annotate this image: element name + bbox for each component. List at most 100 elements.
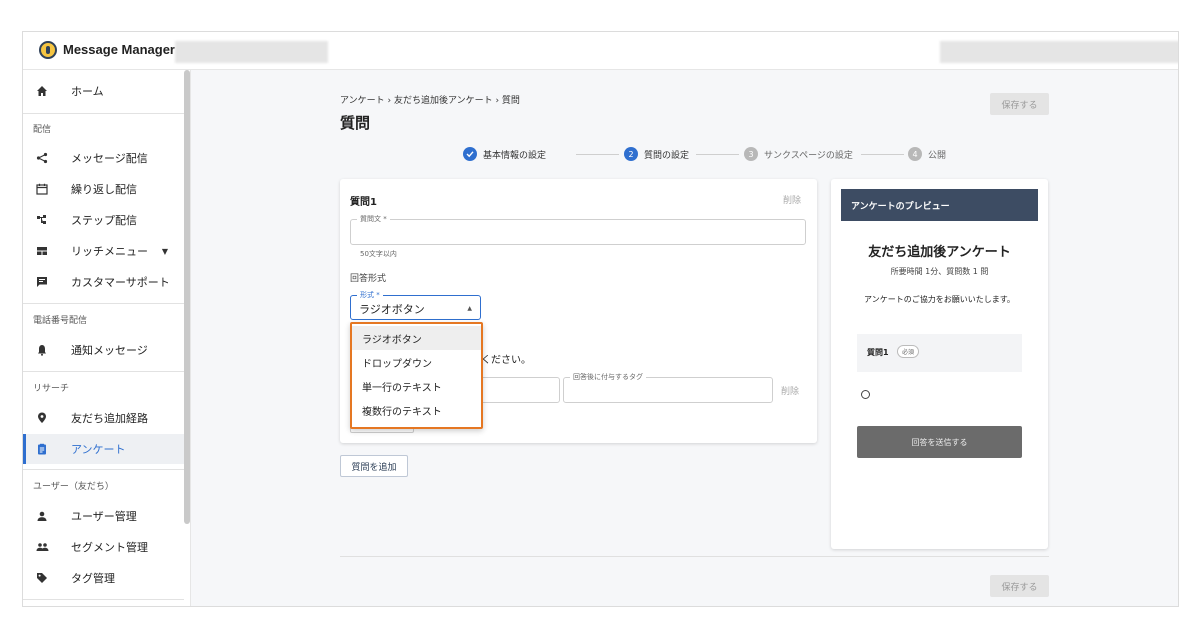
submit-button[interactable]: 回答を送信する: [857, 426, 1022, 458]
step-connector: [576, 154, 619, 155]
preview-meta: 所要時間 1分、質問数 1 問: [890, 267, 989, 276]
calendar-repeat-icon: [35, 182, 49, 196]
add-question-button[interactable]: 質問を追加: [340, 455, 408, 477]
sidebar-item-label: カスタマーサポート: [71, 276, 170, 289]
step-flow-icon: [35, 213, 49, 227]
sidebar-item-segment-management[interactable]: セグメント管理: [23, 532, 184, 562]
step-label: 基本情報の設定: [483, 150, 547, 161]
section-label: 配信: [33, 125, 52, 135]
step-basic-info[interactable]: 基本情報の設定: [463, 147, 546, 161]
sidebar-item-repeat-delivery[interactable]: 繰り返し配信: [23, 174, 184, 204]
sidebar: ホーム 配信 メッセージ配信 繰り返し配信 ステップ配信 リッチメニュー ▼ カ…: [23, 70, 191, 606]
preview-header: アンケートのプレビュー: [841, 189, 1038, 221]
format-select[interactable]: 形式 * ラジオボタン ▲: [350, 290, 481, 320]
question-title: 質問1: [350, 197, 377, 208]
preview-panel: アンケートのプレビュー 友だち追加後アンケート 所要時間 1分、質問数 1 問 …: [831, 179, 1048, 549]
step-connector: [861, 154, 904, 155]
section-label: 電話番号配信: [33, 316, 88, 326]
save-button-bottom[interactable]: 保存する: [990, 575, 1049, 597]
tag-icon: [35, 571, 49, 585]
caret-down-icon: ▼: [161, 246, 168, 256]
sidebar-item-message-delivery[interactable]: メッセージ配信: [23, 143, 184, 173]
step-label: 公開: [928, 150, 947, 161]
sidebar-item-rich-menu[interactable]: リッチメニュー ▼: [23, 236, 184, 266]
question-text-input[interactable]: 質問文 *: [350, 214, 806, 245]
preview-question: 質問1 必須: [857, 334, 1022, 372]
redacted-area: [175, 41, 328, 63]
delete-option-button[interactable]: 削除: [781, 384, 799, 397]
divider: [23, 113, 184, 114]
app-window: Message Manager ホーム 配信 メッセージ配信 繰り返し配信 ステ…: [22, 31, 1179, 607]
delete-question-button[interactable]: 削除: [783, 193, 801, 206]
required-badge: 必須: [897, 345, 920, 358]
sidebar-item-notification[interactable]: 通知メッセージ: [23, 335, 184, 365]
breadcrumb[interactable]: アンケート › 友だち追加後アンケート › 質問: [340, 93, 520, 106]
answer-tag-select[interactable]: 回答後に付与するタグ: [563, 372, 773, 403]
divider: [23, 371, 184, 372]
instruction-text: ください。: [481, 355, 531, 366]
field-label: 形式 *: [357, 290, 383, 300]
share-icon: [35, 151, 49, 165]
dropdown-option-single-line[interactable]: 単一行のテキスト: [352, 374, 481, 398]
check-icon: [463, 147, 477, 161]
home-icon: [35, 84, 49, 98]
sidebar-item-survey[interactable]: アンケート: [23, 434, 184, 464]
sidebar-item-label: 友だち追加経路: [71, 412, 148, 425]
sidebar-item-user-management[interactable]: ユーザー管理: [23, 501, 184, 531]
step-thanks-page[interactable]: 3 サンクスページの設定: [744, 147, 853, 161]
format-dropdown-menu: ラジオボタン ドロップダウン 単一行のテキスト 複数行のテキスト: [350, 322, 483, 429]
sidebar-item-label: アンケート: [71, 443, 126, 456]
step-questions[interactable]: 2 質問の設定: [624, 147, 689, 161]
app-logo-icon: [39, 41, 57, 59]
field-label: 質問文 *: [357, 214, 390, 224]
step-connector: [696, 154, 739, 155]
sidebar-item-home[interactable]: ホーム: [23, 76, 184, 106]
page-title: 質問: [340, 114, 371, 132]
step-number: 3: [744, 147, 758, 161]
divider: [340, 556, 1049, 557]
sidebar-item-label: タグ管理: [71, 572, 115, 585]
sidebar-scrollbar[interactable]: [184, 70, 190, 524]
step-label: サンクスページの設定: [764, 150, 853, 161]
field-label: 回答後に付与するタグ: [570, 372, 646, 382]
step-number: 4: [908, 147, 922, 161]
helper-text: 50文字以内: [360, 250, 397, 258]
radio-button[interactable]: [861, 390, 870, 399]
sidebar-item-label: セグメント管理: [71, 541, 148, 554]
preview-body: 友だち追加後アンケート 所要時間 1分、質問数 1 問 アンケートのご協力をお願…: [841, 221, 1038, 539]
person-icon: [35, 509, 49, 523]
divider: [23, 599, 184, 600]
bell-icon: [35, 343, 49, 357]
top-bar: Message Manager: [23, 32, 1178, 70]
sidebar-item-tag-management[interactable]: タグ管理: [23, 563, 184, 593]
preview-title: 友だち追加後アンケート: [868, 245, 1011, 260]
save-button-top[interactable]: 保存する: [990, 93, 1049, 115]
sidebar-item-label: 通知メッセージ: [71, 344, 148, 357]
redacted-area: [940, 41, 1178, 63]
sidebar-item-customer-support[interactable]: カスタマーサポート: [23, 267, 184, 297]
caret-up-icon: ▲: [467, 305, 472, 312]
answer-format-label: 回答形式: [350, 274, 387, 284]
dropdown-option-dropdown[interactable]: ドロップダウン: [352, 350, 481, 374]
stepper: 基本情報の設定 2 質問の設定 3 サンクスページの設定 4 公開: [463, 147, 946, 163]
sidebar-item-label: リッチメニュー: [71, 245, 148, 258]
sidebar-item-label: 繰り返し配信: [71, 183, 137, 196]
group-icon: [35, 540, 49, 554]
dropdown-option-radio[interactable]: ラジオボタン: [352, 326, 481, 350]
divider: [23, 303, 184, 304]
step-publish[interactable]: 4 公開: [908, 147, 946, 161]
divider: [23, 469, 184, 470]
step-label: 質問の設定: [644, 150, 690, 161]
section-label: リサーチ: [33, 384, 70, 394]
location-pin-icon: [35, 411, 49, 425]
sidebar-item-friend-route[interactable]: 友だち追加経路: [23, 403, 184, 433]
sidebar-item-step-delivery[interactable]: ステップ配信: [23, 205, 184, 235]
sidebar-item-label: ユーザー管理: [71, 510, 137, 523]
app-title: Message Manager: [63, 42, 175, 57]
sidebar-item-label: ホーム: [71, 85, 104, 98]
sidebar-item-label: ステップ配信: [71, 214, 137, 227]
dropdown-option-multi-line[interactable]: 複数行のテキスト: [352, 398, 481, 422]
preview-question-label: 質問1: [867, 348, 889, 357]
section-label: ユーザー（友だち）: [33, 482, 114, 492]
sidebar-item-label: メッセージ配信: [71, 152, 148, 165]
